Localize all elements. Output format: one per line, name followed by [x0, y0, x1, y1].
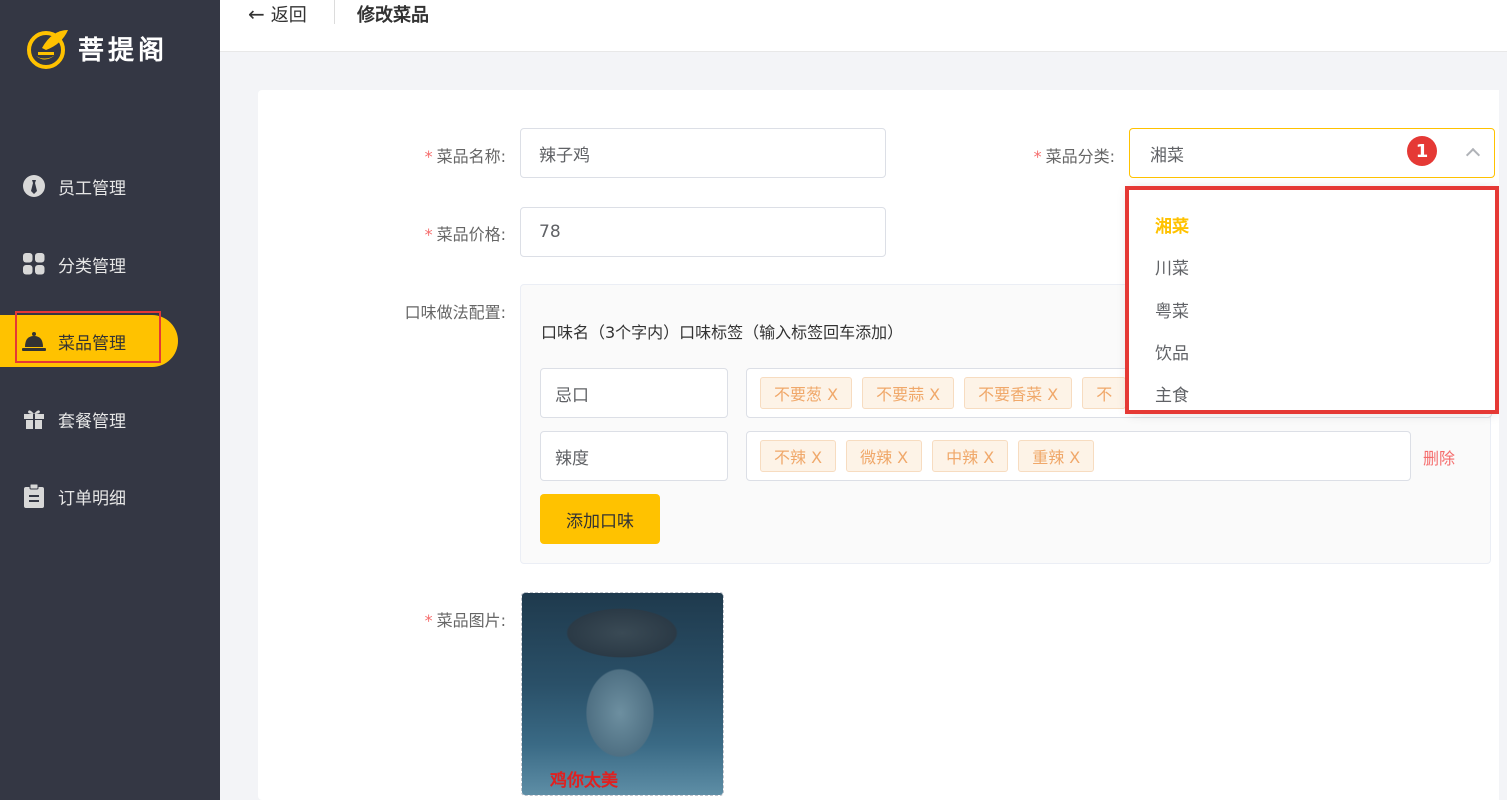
flavor-tags-input[interactable]: 不辣 X 微辣 X 中辣 X 重辣 X	[746, 431, 1411, 481]
image-upload[interactable]: 鸡你太美	[521, 592, 724, 796]
sidebar-item-label: 订单明细	[58, 488, 126, 509]
sidebar-item-label: 菜品管理	[58, 333, 126, 354]
flavor-tag[interactable]: 不要香菜 X	[964, 377, 1073, 409]
flavor-tag[interactable]: 中辣 X	[932, 440, 1009, 472]
flavor-name-input[interactable]: 忌口	[540, 368, 728, 418]
annotation-badge: 1	[1407, 136, 1437, 166]
sidebar: 菩提阁 员工管理 分类管理 菜品管理 套餐管理 订单明细	[0, 0, 220, 800]
flavor-tag[interactable]: 微辣 X	[846, 440, 923, 472]
sidebar-item-dish[interactable]: 菜品管理	[0, 315, 178, 367]
flavor-tag[interactable]: 不要葱 X	[760, 377, 853, 409]
gift-icon	[22, 407, 46, 431]
back-button[interactable]: ← 返回	[248, 0, 307, 28]
dish-photo	[522, 593, 723, 795]
page-title: 修改菜品	[357, 5, 429, 26]
logo-text: 菩提阁	[78, 35, 169, 66]
category-grid-icon	[22, 252, 46, 276]
arrow-left-icon: ←	[248, 2, 265, 26]
dish-name-input[interactable]: 辣子鸡	[520, 128, 886, 178]
clipboard-icon	[22, 484, 46, 508]
add-flavor-button[interactable]: 添加口味	[540, 494, 660, 544]
dropdown-option[interactable]: 湘菜	[1155, 212, 1189, 237]
dish-image-label: * 菜品图片:	[424, 611, 506, 630]
logo: 菩提阁	[26, 26, 168, 70]
flavor-config-label: 口味做法配置:	[404, 303, 506, 322]
scrollbar[interactable]	[1499, 52, 1507, 800]
sidebar-item-combo[interactable]: 套餐管理	[0, 393, 178, 445]
logo-icon	[26, 26, 70, 70]
chevron-up-icon	[1465, 147, 1481, 163]
delete-flavor-button[interactable]: 删除	[1423, 445, 1455, 469]
employee-icon	[22, 174, 46, 198]
flavor-name-input[interactable]: 辣度	[540, 431, 728, 481]
category-dropdown: 湘菜 川菜 粤菜 饮品 主食	[1128, 186, 1498, 412]
sidebar-item-orders[interactable]: 订单明细	[0, 470, 178, 522]
dropdown-option[interactable]: 饮品	[1155, 339, 1189, 364]
sidebar-item-category[interactable]: 分类管理	[0, 238, 178, 290]
dish-name-label: * 菜品名称:	[424, 147, 506, 166]
back-label: 返回	[270, 5, 307, 26]
flavor-tag[interactable]: 重辣 X	[1018, 440, 1095, 472]
flavor-header: 口味名（3个字内）口味标签（输入标签回车添加）	[541, 323, 904, 342]
dropdown-option[interactable]: 川菜	[1155, 254, 1189, 279]
dish-cloche-icon	[22, 329, 46, 353]
flavor-tag[interactable]: 不辣 X	[760, 440, 837, 472]
header-divider	[334, 0, 335, 24]
dish-category-select[interactable]: 湘菜	[1129, 128, 1495, 178]
dropdown-option[interactable]: 粤菜	[1155, 297, 1189, 322]
sidebar-item-label: 员工管理	[58, 178, 126, 199]
dish-price-input[interactable]: 78	[520, 207, 886, 257]
photo-caption: 鸡你太美	[550, 771, 618, 791]
sidebar-item-employee[interactable]: 员工管理	[0, 160, 178, 212]
page-header: ← 返回 修改菜品	[220, 0, 1507, 52]
dish-category-value: 湘菜	[1150, 145, 1184, 166]
flavor-tag[interactable]: 不	[1082, 377, 1127, 409]
dish-category-label: * 菜品分类:	[1033, 147, 1115, 166]
dish-price-label: * 菜品价格:	[424, 225, 506, 244]
dropdown-option[interactable]: 主食	[1155, 381, 1189, 406]
sidebar-item-label: 分类管理	[58, 256, 126, 277]
flavor-tag[interactable]: 不要蒜 X	[862, 377, 955, 409]
sidebar-item-label: 套餐管理	[58, 411, 126, 432]
